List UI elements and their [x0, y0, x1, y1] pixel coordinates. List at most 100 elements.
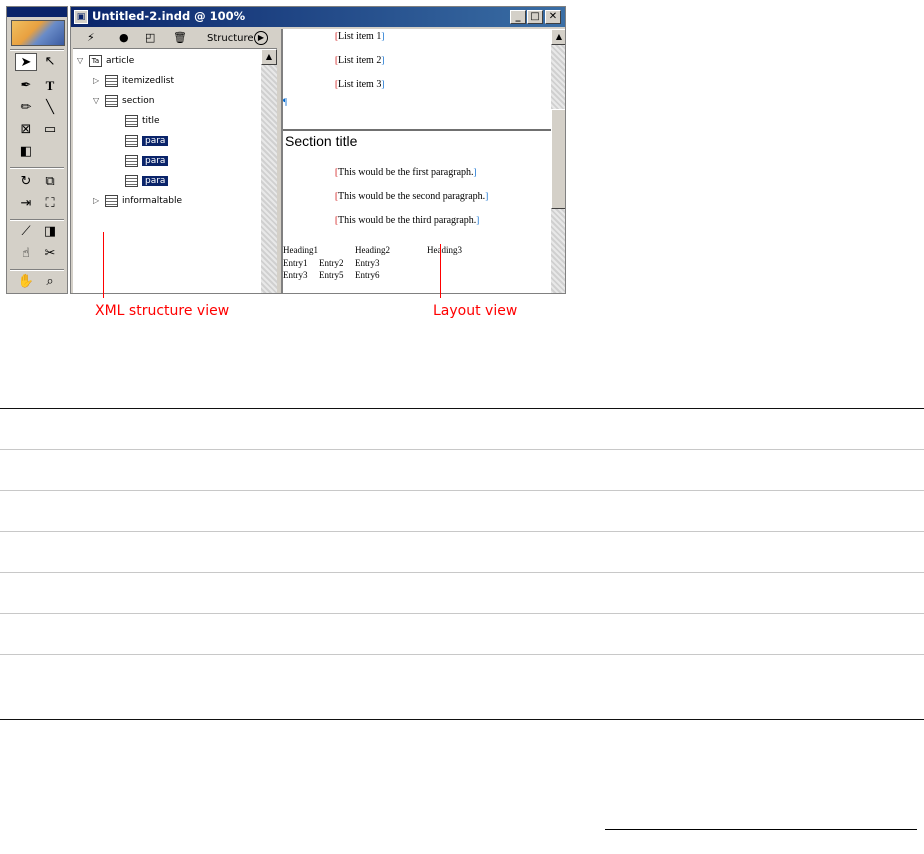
document-window: ▣ Untitled-2.indd @ 100% _ □ ✕ ⚡ ● ◰ 🗑 S…: [70, 6, 566, 294]
scroll-thumb[interactable]: [551, 109, 565, 209]
table-cell[interactable]: Entry3: [355, 258, 380, 268]
selection-tool-icon[interactable]: ➤: [15, 53, 37, 71]
table-row-divider: [0, 531, 924, 532]
shear-tool-icon[interactable]: ⇥: [15, 195, 37, 213]
table-row-divider: [0, 572, 924, 573]
trash-icon[interactable]: 🗑: [173, 31, 187, 44]
line-tool-icon[interactable]: ╲: [39, 99, 61, 117]
table-heading[interactable]: Heading3: [427, 245, 462, 255]
structure-scrollbar[interactable]: ▲: [261, 49, 277, 293]
button-hand-tool-icon[interactable]: ☝: [15, 245, 37, 263]
button-tool-icon[interactable]: ◧: [15, 143, 37, 161]
tree-node-article[interactable]: ▽ Ta article: [77, 53, 134, 69]
eyedropper-tool-icon[interactable]: ⟋: [15, 223, 37, 241]
divider: [10, 49, 64, 51]
tree-node-label: itemizedlist: [122, 76, 175, 86]
story-marker: ¶: [283, 97, 288, 107]
maximize-button[interactable]: □: [527, 10, 543, 24]
scissors-tool-icon[interactable]: ✂: [39, 245, 61, 263]
footer-rule: [605, 829, 917, 830]
tree-node-label: informaltable: [122, 196, 182, 206]
xml-structure-view-label: XML structure view: [95, 303, 230, 319]
layout-paragraph[interactable]: [This would be the first paragraph.]: [335, 167, 477, 178]
layout-view-label: Layout view: [433, 303, 518, 319]
expanded-triangle-icon[interactable]: ▽: [77, 53, 89, 69]
tree-node-label: article: [106, 56, 135, 66]
element-icon: [125, 134, 138, 147]
close-button[interactable]: ✕: [545, 10, 561, 24]
section-divider: [283, 129, 551, 131]
pencil-tool-icon[interactable]: ✏: [15, 99, 37, 117]
tree-node-para[interactable]: para: [125, 153, 169, 169]
layout-pane: [List item 1] [List item 2] [List item 3…: [281, 29, 565, 293]
table-row-divider: [0, 613, 924, 614]
collapsed-triangle-icon[interactable]: ▷: [93, 73, 105, 89]
document-icon: ▣: [74, 10, 88, 24]
tree-node-label: title: [142, 116, 160, 126]
callout-line: [440, 244, 441, 298]
scale-tool-icon[interactable]: ⧉: [39, 173, 61, 191]
layout-list-item[interactable]: [List item 3]: [335, 79, 384, 90]
lightning-icon[interactable]: ⚡: [87, 31, 95, 44]
tree-node-label: para: [142, 176, 169, 186]
hand-tool-icon[interactable]: ✋: [15, 273, 37, 291]
palette-title-bar[interactable]: [7, 7, 67, 17]
root-element-icon: Ta: [89, 54, 102, 67]
table-heading[interactable]: Heading1: [283, 245, 318, 255]
indesign-logo[interactable]: [11, 20, 65, 46]
table-cell[interactable]: Entry3: [283, 270, 308, 280]
panel-menu-icon[interactable]: ▶: [254, 31, 268, 45]
element-icon: [125, 174, 138, 187]
table-cell[interactable]: Entry6: [355, 270, 380, 280]
direct-selection-tool-icon[interactable]: ↖: [39, 53, 61, 71]
window-title-bar[interactable]: ▣ Untitled-2.indd @ 100% _ □ ✕: [71, 7, 565, 27]
divider: [10, 269, 64, 271]
structure-toolbar: ⚡ ● ◰ 🗑 Structure ▶: [73, 29, 277, 49]
tree-node-section[interactable]: ▽ section: [93, 93, 154, 109]
type-tool-icon[interactable]: T: [39, 77, 61, 95]
tree-node-title[interactable]: title: [125, 113, 160, 129]
pen-tool-icon[interactable]: ✒: [15, 77, 37, 95]
tree-node-para[interactable]: para: [125, 173, 169, 189]
divider: [10, 219, 64, 221]
layout-paragraph[interactable]: [This would be the second paragraph.]: [335, 191, 488, 202]
free-transform-tool-icon[interactable]: ⛶: [39, 195, 61, 213]
collapsed-triangle-icon[interactable]: ▷: [93, 193, 105, 209]
scroll-up-arrow-icon[interactable]: ▲: [261, 49, 277, 65]
element-icon: [125, 154, 138, 167]
rectangle-tool-icon[interactable]: ▭: [39, 121, 61, 139]
layout-scrollbar[interactable]: ▲: [551, 29, 565, 293]
layout-section-title[interactable]: Section title: [285, 133, 357, 149]
window-title: Untitled-2.indd @ 100%: [92, 9, 246, 23]
table-heading[interactable]: Heading2: [355, 245, 390, 255]
divider: [10, 167, 64, 169]
tree-node-label: para: [142, 136, 169, 146]
table-row-divider: [0, 490, 924, 491]
expanded-triangle-icon[interactable]: ▽: [93, 93, 105, 109]
rectangle-frame-tool-icon[interactable]: ⊠: [15, 121, 37, 139]
rotate-tool-icon[interactable]: ↻: [15, 173, 37, 191]
element-icon: [105, 194, 118, 207]
tree-node-label: para: [142, 156, 169, 166]
table-row-divider: [0, 449, 924, 450]
gradient-tool-icon[interactable]: ◨: [39, 223, 61, 241]
table-cell[interactable]: Entry5: [319, 270, 344, 280]
zoom-tool-icon[interactable]: ⌕: [39, 273, 61, 291]
frame-icon[interactable]: ◰: [145, 31, 155, 44]
table-cell[interactable]: Entry2: [319, 258, 344, 268]
tree-node-itemizedlist[interactable]: ▷ itemizedlist: [93, 73, 174, 89]
table-row-divider: [0, 654, 924, 655]
tree-node-para[interactable]: para: [125, 133, 169, 149]
dot-icon[interactable]: ●: [119, 31, 129, 44]
table-top-rule: [0, 408, 924, 409]
tools-palette: ➤ ↖ ✒ T ✏ ╲ ⊠ ▭ ◧ ↻ ⧉ ⇥ ⛶ ⟋ ◨ ☝ ✂ ✋ ⌕: [6, 6, 68, 294]
layout-list-item[interactable]: [List item 1]: [335, 31, 384, 42]
scroll-up-arrow-icon[interactable]: ▲: [551, 29, 565, 45]
layout-paragraph[interactable]: [This would be the third paragraph.]: [335, 215, 479, 226]
element-icon: [105, 74, 118, 87]
minimize-button[interactable]: _: [510, 10, 526, 24]
layout-list-item[interactable]: [List item 2]: [335, 55, 384, 66]
element-icon: [125, 114, 138, 127]
table-cell[interactable]: Entry1: [283, 258, 308, 268]
tree-node-informaltable[interactable]: ▷ informaltable: [93, 193, 182, 209]
